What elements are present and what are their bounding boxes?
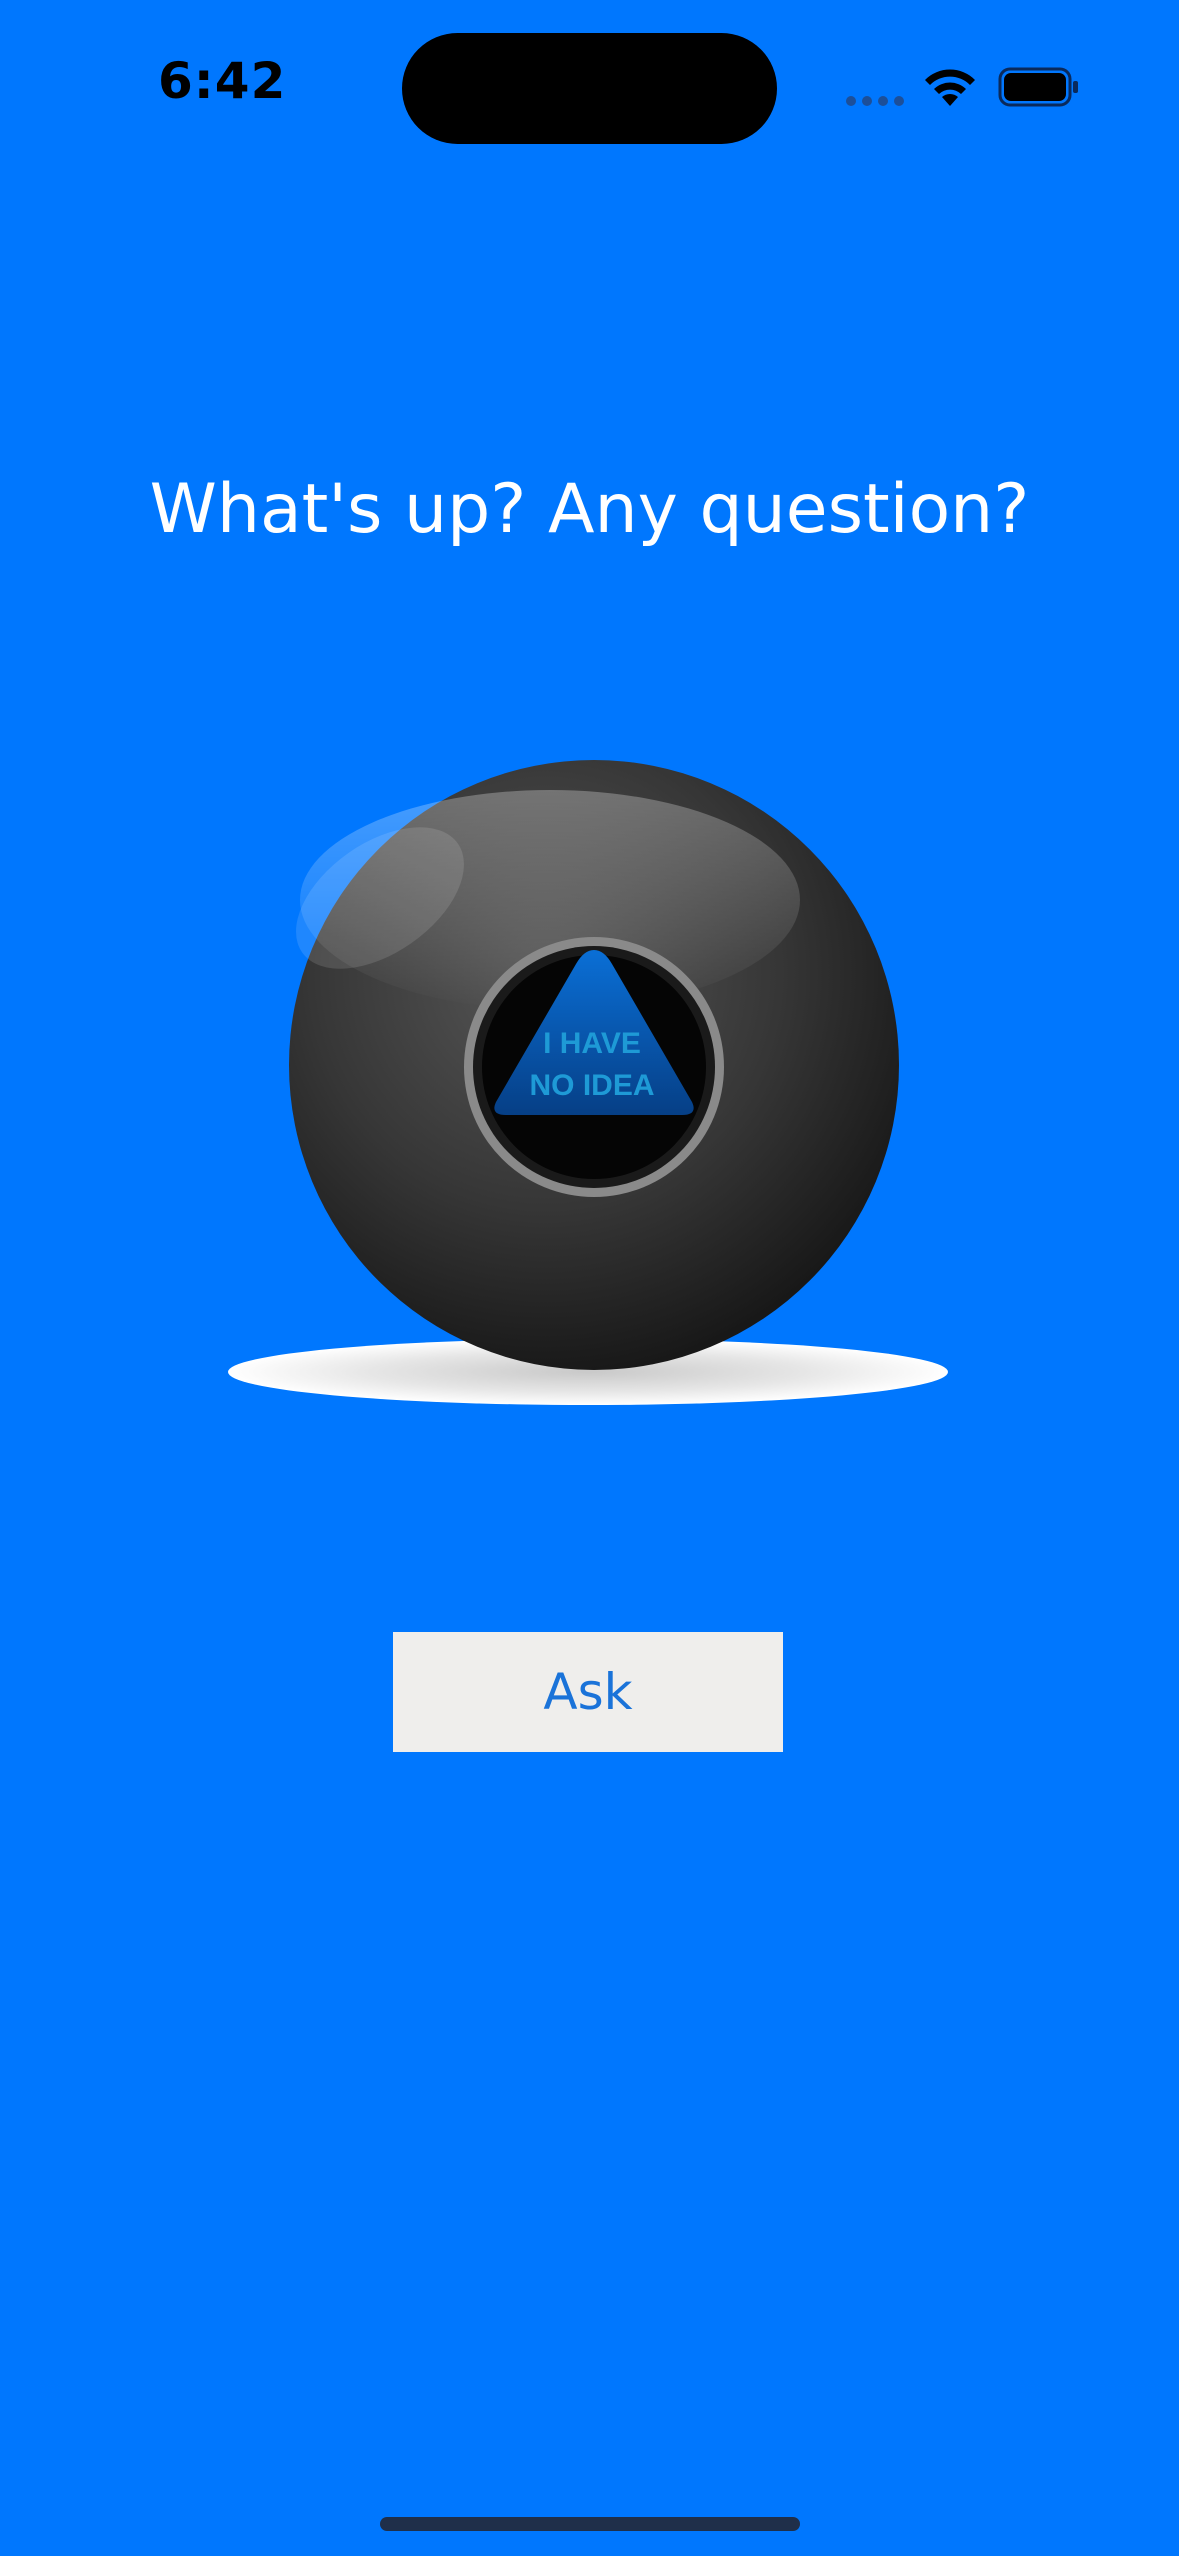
wifi-icon [925, 69, 975, 106]
answer-text-line2: NO IDEA [529, 1069, 654, 1102]
cellular-signal-icon [846, 96, 904, 106]
page-title: What's up? Any question? [149, 470, 1030, 549]
ask-button[interactable]: Ask [393, 1632, 783, 1752]
status-time: 6:42 [158, 52, 287, 110]
magic-eight-ball[interactable]: I HAVE NO IDEA [220, 750, 960, 1410]
dynamic-island [402, 33, 777, 144]
battery-icon [998, 67, 1078, 107]
answer-text-line1: I HAVE [543, 1027, 641, 1060]
home-indicator[interactable] [380, 2517, 800, 2531]
